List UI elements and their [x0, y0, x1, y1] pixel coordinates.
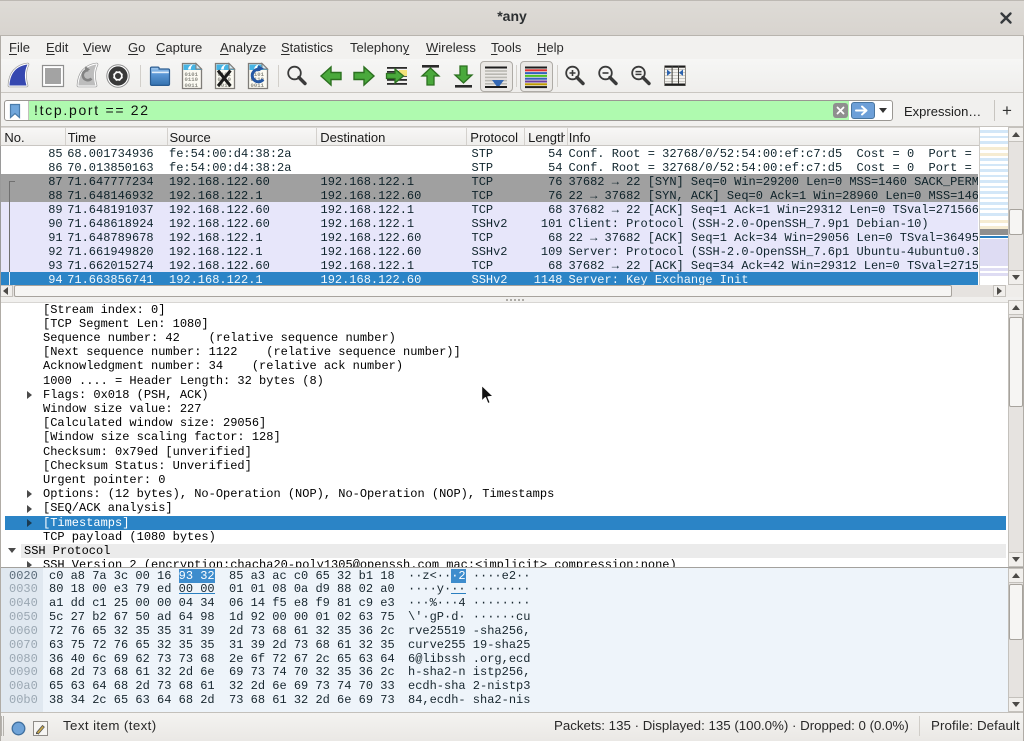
- svg-text:0011: 0011: [185, 82, 199, 89]
